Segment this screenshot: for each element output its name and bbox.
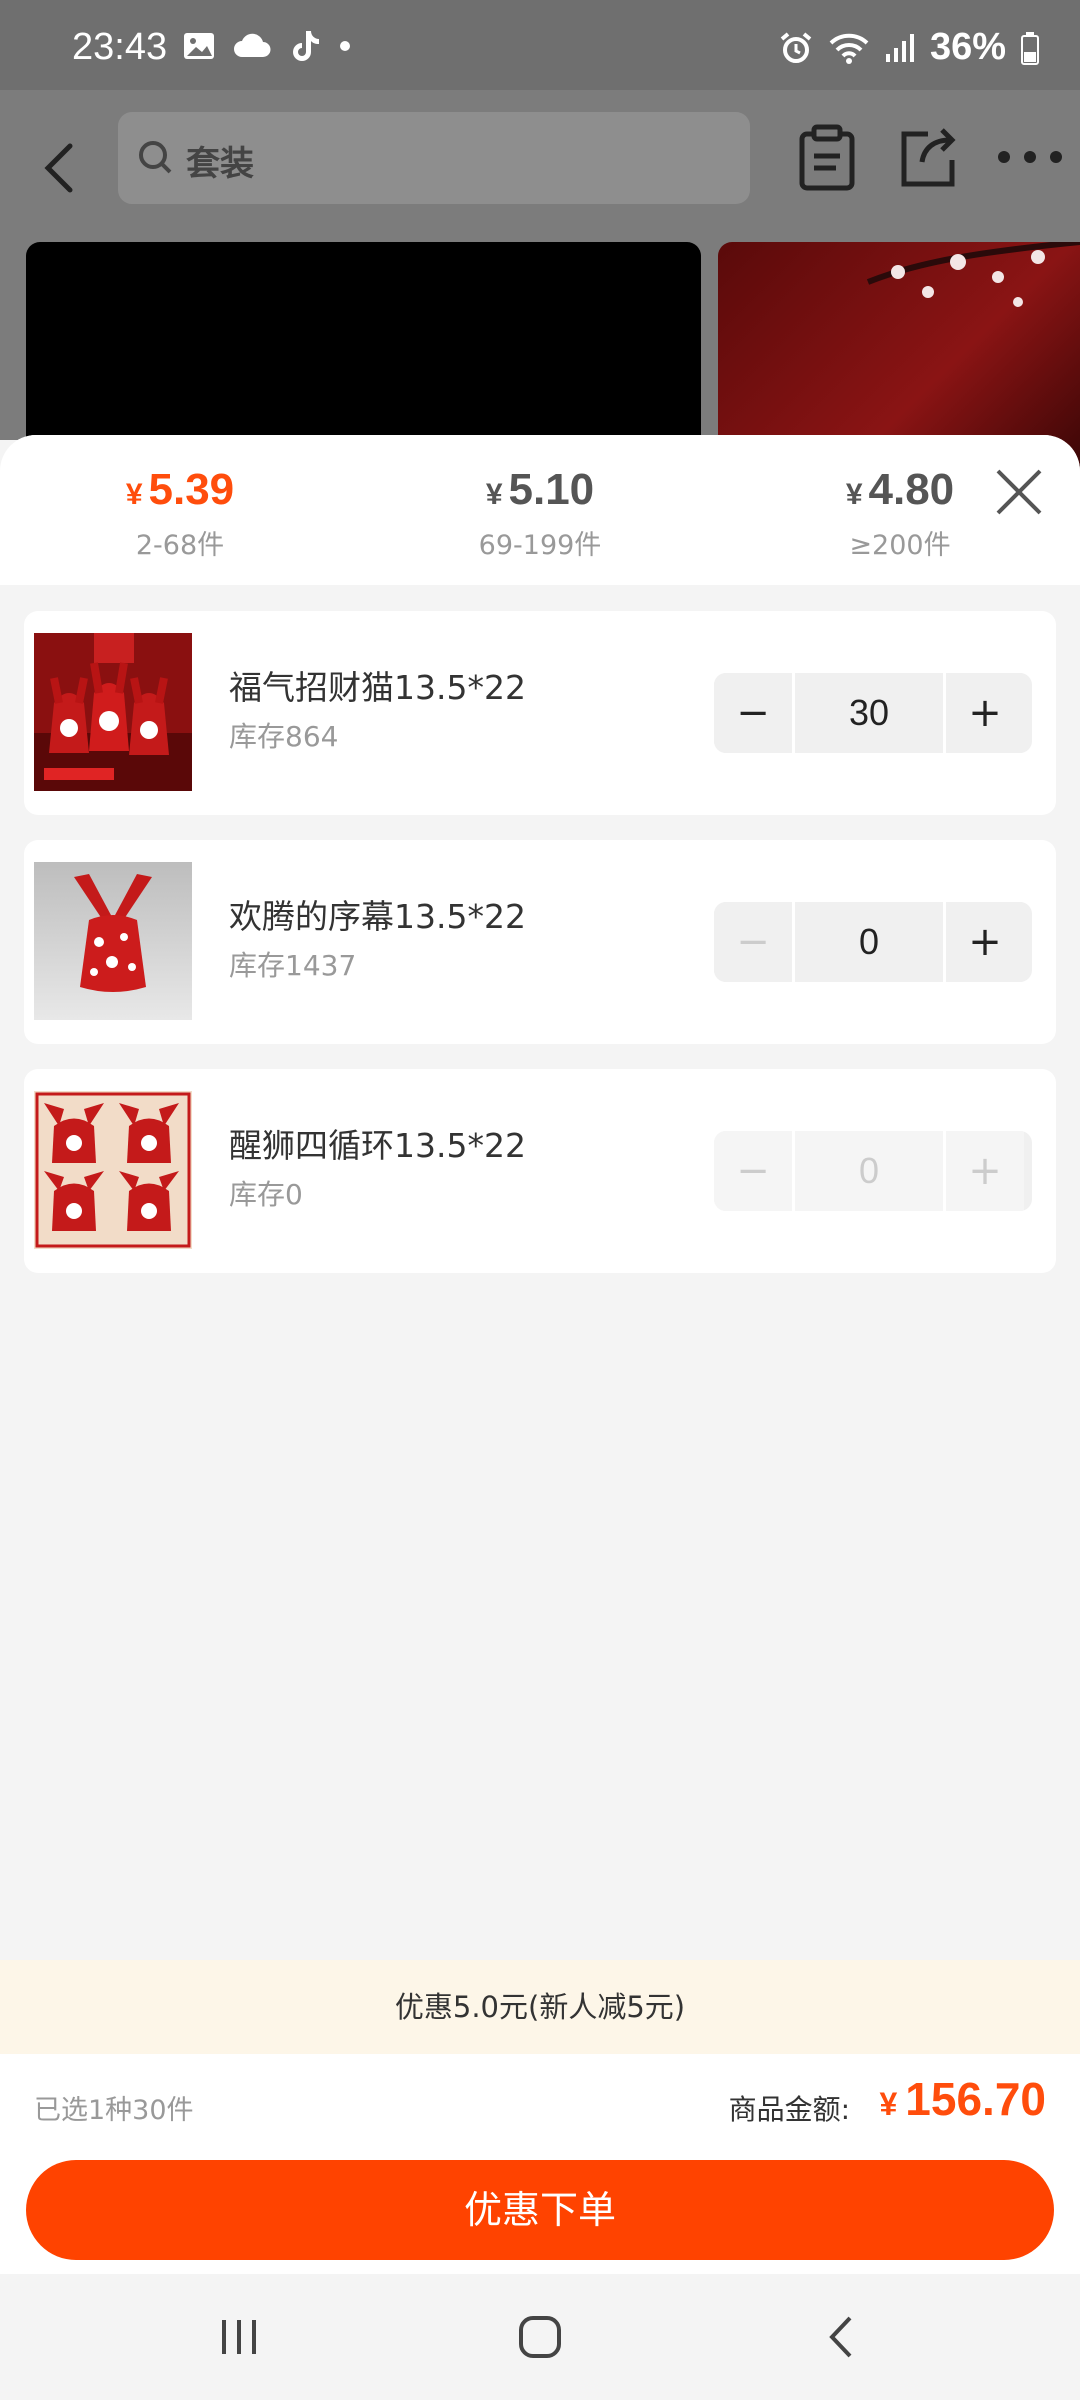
- battery-icon: [1021, 31, 1039, 65]
- background-content: [0, 240, 1080, 472]
- price-tiers: ¥5.39 2-68件 ¥5.10 69-199件 ¥4.80 ≥200件: [0, 435, 1080, 585]
- place-order-button[interactable]: 优惠下单: [26, 2160, 1054, 2260]
- share-icon[interactable]: [892, 122, 962, 192]
- tier-price: ¥5.10: [485, 465, 595, 514]
- tiktok-icon: [293, 31, 319, 61]
- system-nav-bar: [0, 2274, 1080, 2400]
- lucky-cat-bag-image: [34, 633, 192, 791]
- amount-label: 商品金额:: [728, 2093, 850, 2126]
- increase-button[interactable]: +: [946, 673, 1024, 753]
- page-header: 套装: [0, 90, 1080, 240]
- product-thumbnail[interactable]: [34, 862, 192, 1020]
- status-icons-left: [182, 28, 352, 64]
- tier-price: ¥4.80: [845, 465, 955, 514]
- list-item: 福气招财猫13.5*22 库存864 − 30 +: [24, 611, 1056, 815]
- status-bar: 23:43 36%: [0, 0, 1080, 90]
- product-thumbnail[interactable]: [34, 633, 192, 791]
- item-name: 醒狮四循环13.5*22: [229, 1126, 526, 1165]
- quantity-stepper: − 0 +: [714, 902, 1032, 982]
- quantity-input[interactable]: 0: [792, 902, 946, 982]
- tier-range: 2-68件: [135, 530, 225, 561]
- search-input[interactable]: 套装: [118, 112, 750, 204]
- search-placeholder: 套装: [186, 144, 254, 184]
- more-icon[interactable]: [990, 122, 1070, 192]
- battery-percent: 36%: [929, 26, 1006, 68]
- tier-range: ≥200件: [849, 530, 951, 561]
- wifi-icon: [829, 33, 869, 64]
- total-amount: ¥156.70: [879, 2073, 1047, 2125]
- increase-button[interactable]: +: [946, 1131, 1024, 1211]
- festive-bag-image: [34, 862, 192, 1020]
- selected-count: 已选1种30件: [34, 2095, 194, 2126]
- cloud-icon: [234, 33, 271, 57]
- item-stock: 库存1437: [229, 949, 357, 982]
- status-time: 23:43: [72, 26, 168, 68]
- quantity-stepper: − 30 +: [714, 673, 1032, 753]
- item-name: 福气招财猫13.5*22: [229, 668, 526, 707]
- price-tier-3: ¥4.80 ≥200件: [770, 465, 1030, 562]
- price-tier-1: ¥5.39 2-68件: [50, 465, 310, 562]
- list-item: 醒狮四循环13.5*22 库存0 − 0 +: [24, 1069, 1056, 1273]
- tier-range: 69-199件: [478, 530, 602, 561]
- quantity-stepper: − 0 +: [714, 1131, 1032, 1211]
- price-tier-2: ¥5.10 69-199件: [410, 465, 670, 562]
- item-stock: 库存864: [229, 720, 339, 753]
- recent-apps-icon[interactable]: [214, 2312, 264, 2362]
- status-icons-right: 36%: [778, 26, 1040, 69]
- quantity-input[interactable]: 0: [792, 1131, 946, 1211]
- product-thumbnail[interactable]: [34, 1091, 192, 1249]
- list-item: 欢腾的序幕13.5*22 库存1437 − 0 +: [24, 840, 1056, 1044]
- gallery-icon: [184, 33, 214, 59]
- decrease-button[interactable]: −: [714, 673, 792, 753]
- back-icon[interactable]: [818, 2312, 868, 2362]
- close-icon[interactable]: [992, 465, 1046, 519]
- dot-icon: [340, 41, 350, 51]
- increase-button[interactable]: +: [946, 902, 1024, 982]
- lion-dance-bag-image: [34, 1091, 192, 1249]
- tier-price: ¥5.39: [125, 465, 235, 514]
- order-summary: 已选1种30件 商品金额: ¥156.70 优惠下单: [0, 2054, 1080, 2274]
- search-icon: [139, 141, 172, 174]
- quantity-input[interactable]: 30: [792, 673, 946, 753]
- signal-icon: [885, 33, 914, 62]
- item-name: 欢腾的序幕13.5*22: [229, 897, 526, 936]
- clipboard-icon[interactable]: [792, 122, 862, 192]
- decrease-button[interactable]: −: [714, 1131, 792, 1211]
- item-stock: 库存0: [229, 1178, 303, 1211]
- home-icon[interactable]: [515, 2312, 565, 2362]
- decrease-button[interactable]: −: [714, 902, 792, 982]
- back-arrow-icon[interactable]: [30, 126, 90, 206]
- discount-banner: 优惠5.0元(新人减5元): [0, 1960, 1080, 2054]
- alarm-icon: [780, 31, 812, 63]
